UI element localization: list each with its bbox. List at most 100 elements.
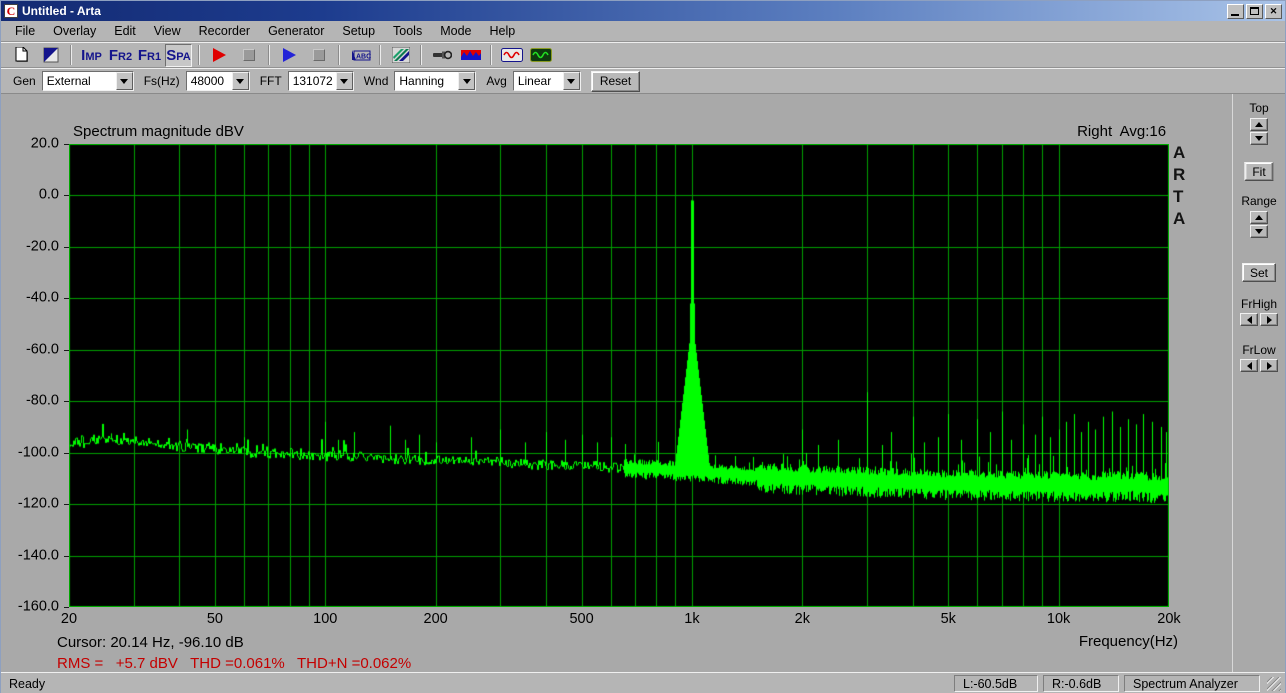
x-tick-label: 20 [61,611,77,627]
x-tick-label: 10k [1047,611,1070,627]
menu-view[interactable]: View [145,22,190,40]
fr2-icon: FR2 [109,47,132,64]
arta-window: C Untitled - Arta ✕ File Overlay Edit Vi… [0,0,1286,693]
menu-help[interactable]: Help [481,22,525,40]
right-control-column: Top Fit Range Set FrHigh FrLow [1233,94,1285,672]
fr1-mode-button[interactable]: FR1 [136,44,163,67]
fs-value: 48000 [187,72,232,90]
spa-mode-button[interactable]: SPA [165,44,192,67]
microphone-tool-icon [432,49,452,61]
toolbar-separator [338,45,340,65]
fr1-icon: FR1 [138,47,161,64]
y-tick-mark [64,247,69,248]
chevron-down-icon[interactable] [116,72,133,90]
x-tick-label: 1k [684,611,699,627]
x-tick-label: 200 [424,611,448,627]
fft-select[interactable]: 131072 [288,71,354,91]
color-setup-button[interactable] [37,44,64,67]
signal-generator-button[interactable] [498,44,525,67]
chevron-down-icon[interactable] [232,72,249,90]
fit-button[interactable]: Fit [1244,162,1273,181]
y-tick-label: -80.0 [1,393,59,409]
y-tick-label: -140.0 [1,547,59,563]
resize-grip[interactable] [1267,677,1281,691]
scale-button[interactable] [387,44,414,67]
menu-file[interactable]: File [6,22,44,40]
labels-button[interactable]: ABC [346,44,373,67]
toolbar-separator [420,45,422,65]
gen-select[interactable]: External [42,71,134,91]
impulse-mode-button[interactable]: IMP [78,44,105,67]
minimize-button[interactable] [1227,4,1244,19]
cursor-readout: Cursor: 20.14 Hz, -96.10 dB [57,634,244,651]
y-tick-label: -120.0 [1,496,59,512]
frhigh-arrows [1240,313,1278,326]
wnd-select[interactable]: Hanning [394,71,476,91]
new-file-button[interactable] [8,44,35,67]
range-spinner [1250,211,1268,238]
top-down-button[interactable] [1250,132,1268,145]
channel-avg-label: Right Avg:16 [1077,123,1166,140]
close-button[interactable]: ✕ [1265,4,1282,19]
arta-letter: R [1173,164,1185,186]
x-tick-label: 100 [313,611,337,627]
menu-tools[interactable]: Tools [384,22,431,40]
range-up-button[interactable] [1250,211,1268,224]
y-tick-label: -20.0 [1,239,59,255]
avg-select[interactable]: Linear [513,71,581,91]
signal-record-button[interactable] [457,44,484,67]
play-stop-button[interactable] [305,44,332,67]
play-start-button[interactable] [276,44,303,67]
record-stop-button[interactable] [235,44,262,67]
frlow-right-button[interactable] [1260,359,1278,372]
y-tick-mark [64,144,69,145]
y-tick-label: -100.0 [1,444,59,460]
abc-cursor-icon: ABC [349,47,371,63]
chevron-down-icon[interactable] [563,72,580,90]
range-down-button[interactable] [1250,225,1268,238]
spectrum-canvas[interactable] [69,144,1169,607]
chevron-down-icon[interactable] [336,72,353,90]
fft-label: FFT [260,74,282,88]
maximize-icon [1250,7,1259,15]
fs-select[interactable]: 48000 [186,71,250,91]
fr2-mode-button[interactable]: FR2 [107,44,134,67]
maximize-button[interactable] [1246,4,1263,19]
left-level-indicator: L:-60.5dB [954,675,1038,692]
wnd-label: Wnd [364,74,389,88]
imp-icon: IMP [81,47,102,64]
top-up-button[interactable] [1250,118,1268,131]
menu-edit[interactable]: Edit [105,22,145,40]
contrast-square-icon [43,47,59,63]
y-tick-mark [64,504,69,505]
fs-label: Fs(Hz) [144,74,180,88]
menu-generator[interactable]: Generator [259,22,333,40]
x-tick-label: 50 [207,611,223,627]
x-tick-label: 2k [795,611,810,627]
arta-letter: A [1173,208,1185,230]
toolbar-separator [490,45,492,65]
set-button[interactable]: Set [1242,263,1276,282]
menu-mode[interactable]: Mode [431,22,480,40]
main-area: Spectrum magnitude dBV Right Avg:16 20.0… [1,94,1285,672]
frhigh-left-button[interactable] [1240,313,1258,326]
reset-button[interactable]: Reset [591,71,640,92]
x-tick-label: 20k [1157,611,1180,627]
y-tick-mark [64,556,69,557]
frlow-left-button[interactable] [1240,359,1258,372]
calibrate-button[interactable] [428,44,455,67]
menu-recorder[interactable]: Recorder [190,22,259,40]
menu-bar: File Overlay Edit View Recorder Generato… [1,21,1285,42]
menu-overlay[interactable]: Overlay [44,22,105,40]
spectrum-plot[interactable] [69,144,1169,607]
record-start-button[interactable] [206,44,233,67]
chart-area: Spectrum magnitude dBV Right Avg:16 20.0… [1,94,1233,672]
menu-setup[interactable]: Setup [333,22,384,40]
frhigh-right-button[interactable] [1260,313,1278,326]
y-tick-label: 0.0 [1,187,59,203]
oscilloscope-button[interactable] [527,44,554,67]
title-bar[interactable]: C Untitled - Arta ✕ [1,1,1285,21]
toolbar-separator [70,45,72,65]
chevron-down-icon[interactable] [458,72,475,90]
sine-wave-icon [501,48,523,62]
